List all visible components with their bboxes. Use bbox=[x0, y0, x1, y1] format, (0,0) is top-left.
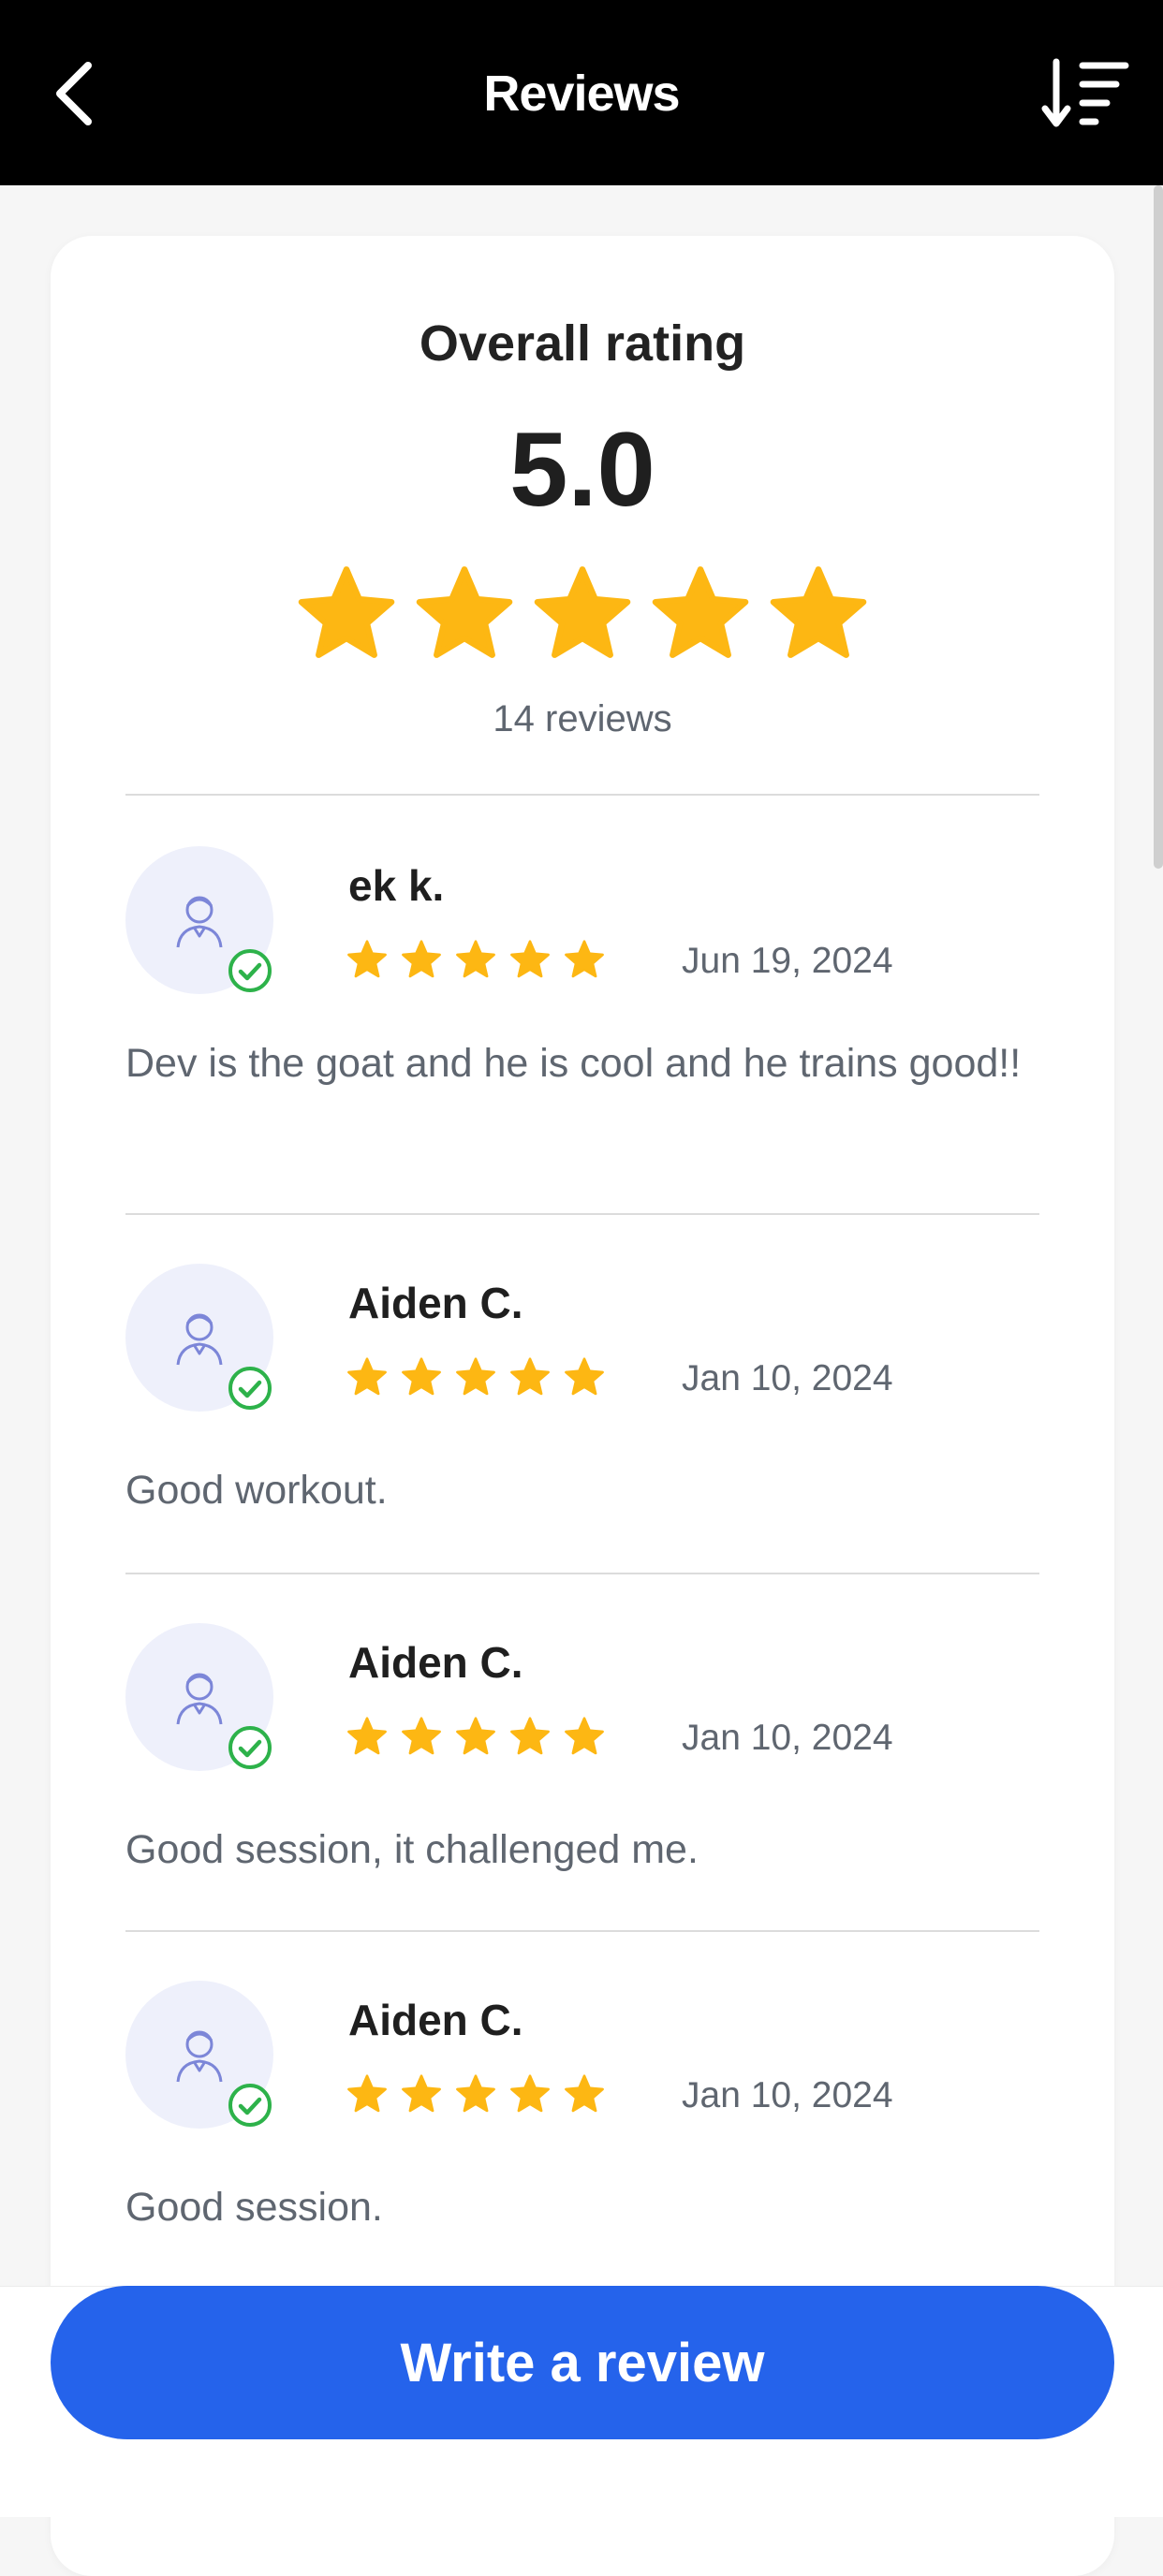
divider bbox=[125, 1213, 1039, 1215]
review-date: Jan 10, 2024 bbox=[682, 1718, 893, 1758]
review-stars bbox=[346, 2074, 605, 2115]
write-review-button[interactable]: Write a review bbox=[51, 2286, 1114, 2439]
page-title: Reviews bbox=[483, 66, 680, 122]
star-icon bbox=[346, 1717, 388, 1758]
review-date: Jun 19, 2024 bbox=[682, 941, 893, 981]
star-icon bbox=[346, 1357, 388, 1398]
divider bbox=[125, 1573, 1039, 1574]
star-icon bbox=[564, 940, 605, 981]
review-item: Aiden C. Jan 10, 2024 Good session, it c… bbox=[125, 1623, 1039, 1923]
review-date: Jan 10, 2024 bbox=[682, 1358, 893, 1398]
verified-icon bbox=[228, 949, 272, 992]
star-icon bbox=[401, 2074, 442, 2115]
reviewer-name: Aiden C. bbox=[348, 1638, 523, 1687]
star-icon bbox=[509, 940, 551, 981]
verified-icon bbox=[228, 2084, 272, 2127]
review-text: Good session, it challenged me. bbox=[125, 1827, 699, 1872]
star-icon bbox=[564, 2074, 605, 2115]
avatar bbox=[125, 1981, 273, 2129]
overall-rating-title: Overall rating bbox=[419, 315, 746, 372]
review-text: Good workout. bbox=[125, 1468, 388, 1513]
reviewer-name: Aiden C. bbox=[348, 1996, 523, 2044]
star-icon bbox=[346, 2074, 388, 2115]
verified-icon bbox=[228, 1367, 272, 1410]
star-icon bbox=[401, 940, 442, 981]
star-icon bbox=[414, 565, 515, 666]
user-icon bbox=[176, 2030, 223, 2083]
review-date: Jan 10, 2024 bbox=[682, 2075, 893, 2115]
star-icon bbox=[509, 1717, 551, 1758]
star-icon bbox=[650, 565, 751, 666]
review-item: Aiden C. Jan 10, 2024 Good workout. bbox=[125, 1264, 1039, 1563]
star-icon bbox=[455, 2074, 496, 2115]
star-icon bbox=[346, 940, 388, 981]
star-icon bbox=[455, 1717, 496, 1758]
star-icon bbox=[532, 565, 633, 666]
star-icon bbox=[509, 2074, 551, 2115]
star-icon bbox=[564, 1357, 605, 1398]
review-item: Aiden C. Jan 10, 2024 Good session. bbox=[125, 1981, 1039, 2280]
user-icon bbox=[176, 1313, 223, 1366]
star-icon bbox=[455, 1357, 496, 1398]
avatar bbox=[125, 1623, 273, 1771]
review-stars bbox=[346, 1717, 605, 1758]
app-header: Reviews bbox=[0, 0, 1163, 185]
user-icon bbox=[176, 1673, 223, 1725]
reviews-card: Overall rating 5.0 14 reviews ek k. Jun … bbox=[51, 236, 1114, 2576]
divider bbox=[125, 1930, 1039, 1932]
review-count: 14 reviews bbox=[493, 698, 672, 739]
reviewer-name: Aiden C. bbox=[348, 1279, 523, 1327]
star-icon bbox=[564, 1717, 605, 1758]
star-icon bbox=[401, 1357, 442, 1398]
star-icon bbox=[296, 565, 397, 666]
verified-icon bbox=[228, 1726, 272, 1769]
review-text: Dev is the goat and he is cool and he tr… bbox=[125, 1041, 1022, 1086]
review-stars bbox=[346, 940, 605, 981]
reviewer-name: ek k. bbox=[348, 861, 445, 910]
sort-descending-icon bbox=[1041, 58, 1129, 127]
star-icon bbox=[401, 1717, 442, 1758]
avatar bbox=[125, 846, 273, 994]
star-icon bbox=[455, 940, 496, 981]
scrollbar[interactable] bbox=[1154, 185, 1163, 869]
star-icon bbox=[768, 565, 869, 666]
overall-stars bbox=[51, 565, 1114, 666]
avatar bbox=[125, 1264, 273, 1412]
review-text: Good session. bbox=[125, 2185, 383, 2230]
user-icon bbox=[176, 896, 223, 948]
overall-score: 5.0 bbox=[509, 411, 655, 528]
sort-button[interactable] bbox=[1039, 54, 1133, 133]
review-stars bbox=[346, 1357, 605, 1398]
star-icon bbox=[509, 1357, 551, 1398]
divider bbox=[125, 794, 1039, 796]
